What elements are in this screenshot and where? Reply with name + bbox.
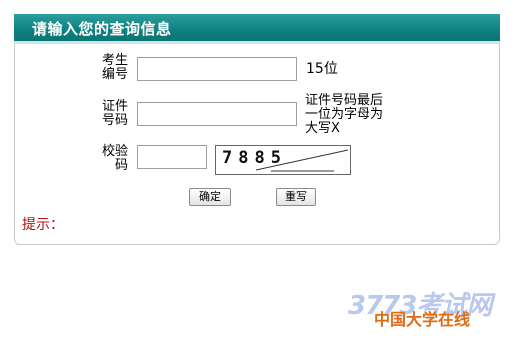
panel-title: 请输入您的查询信息: [32, 20, 172, 38]
panel-header: 请输入您的查询信息: [14, 14, 500, 44]
watermark-logo-bottom: 中国大学在线: [374, 310, 471, 329]
id-no-input[interactable]: [137, 102, 297, 126]
id-no-hint: 证件号码最后 一位为字母为 大写X: [305, 93, 384, 136]
captcha-noise: 7885: [222, 148, 349, 172]
submit-button[interactable]: 确定: [189, 188, 231, 206]
captcha-text: 7885: [222, 148, 287, 168]
exam-no-label: 考生 编号: [101, 53, 128, 82]
captcha-image[interactable]: 7885: [215, 145, 351, 175]
reset-button[interactable]: 重写: [276, 188, 316, 206]
exam-no-hint: 15位: [306, 61, 338, 77]
id-no-label: 证件 号码: [101, 99, 128, 128]
query-panel: [14, 14, 500, 245]
captcha-input[interactable]: [137, 145, 207, 169]
captcha-label: 校验 码: [101, 144, 128, 173]
exam-no-input[interactable]: [137, 57, 297, 81]
tip-label: 提示：: [22, 217, 64, 233]
